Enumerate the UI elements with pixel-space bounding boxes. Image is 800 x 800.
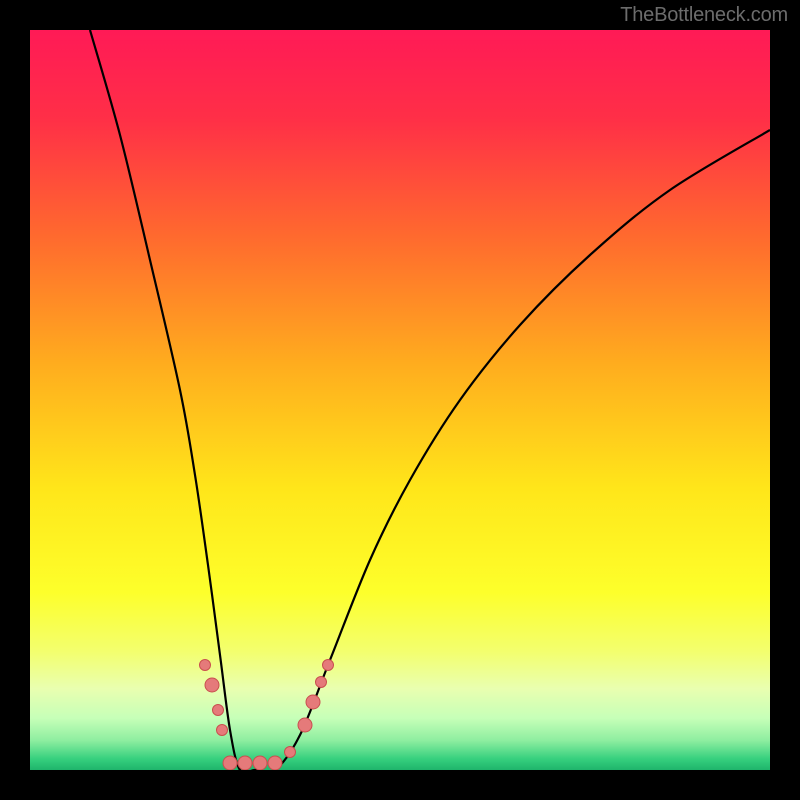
data-marker: [213, 705, 224, 716]
data-marker: [205, 678, 219, 692]
data-marker: [316, 677, 327, 688]
chart-frame: TheBottleneck.com: [0, 0, 800, 800]
data-marker: [217, 725, 228, 736]
marker-group: [200, 660, 334, 771]
data-marker: [306, 695, 320, 709]
data-marker: [253, 756, 267, 770]
data-marker: [238, 756, 252, 770]
data-marker: [298, 718, 312, 732]
data-marker: [200, 660, 211, 671]
curve-layer: [30, 30, 770, 770]
data-marker: [223, 756, 237, 770]
bottleneck-curve: [90, 30, 770, 770]
data-marker: [285, 747, 296, 758]
data-marker: [268, 756, 282, 770]
watermark-text: TheBottleneck.com: [620, 4, 788, 27]
plot-area: [30, 30, 770, 770]
data-marker: [323, 660, 334, 671]
